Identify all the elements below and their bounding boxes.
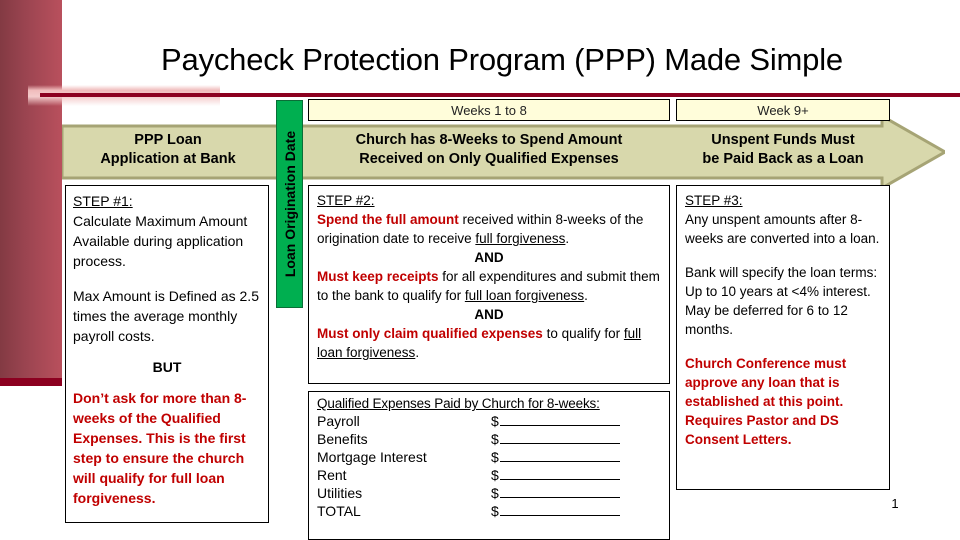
step-2-emphasis-3: Must only claim qualified expenses (317, 326, 543, 341)
expense-amount-field[interactable]: $ (491, 484, 661, 502)
expense-amount-field[interactable]: $ (491, 448, 661, 466)
phase-label-spend-line2: Received on Only Qualified Expenses (359, 151, 619, 167)
step-2-emphasis-1: Spend the full amount (317, 212, 459, 227)
loan-origination-date-marker: Loan Origination Date (276, 100, 303, 308)
phase-label-spend: Church has 8-Weeks to Spend Amount Recei… (308, 131, 670, 169)
expense-amount-blank[interactable] (499, 448, 620, 462)
expenses-row: Benefits $ (317, 430, 661, 448)
timeline-period-week-9-plus: Week 9+ (676, 99, 890, 121)
step-1-paragraph-1: Calculate Maximum Amount Available durin… (73, 213, 248, 269)
expense-name: Utilities (317, 485, 363, 501)
step-2-underline-1: full forgiveness (475, 231, 566, 246)
expense-amount-field[interactable]: $ (491, 412, 661, 430)
expense-amount-field[interactable]: $ (491, 502, 661, 520)
step-2-emphasis-2: Must keep receipts (317, 269, 439, 284)
step-2-heading: STEP #2: (317, 193, 375, 208)
step-1-paragraph-2: Max Amount is Defined as 2.5 times the a… (73, 288, 259, 344)
expense-amount-blank[interactable] (499, 484, 620, 498)
step-1-heading: STEP #1: (73, 193, 133, 209)
expenses-row: Payroll $ (317, 412, 661, 430)
step-1-warning: Don’t ask for more than 8-weeks of the Q… (73, 390, 247, 506)
qualified-expenses-title: Qualified Expenses Paid by Church for 8-… (317, 396, 600, 411)
expense-name: Benefits (317, 431, 368, 447)
title-rule (40, 93, 960, 97)
step-3-body: STEP #3: Any unspent amounts after 8-wee… (685, 191, 881, 449)
qualified-expenses-panel: Qualified Expenses Paid by Church for 8-… (308, 391, 670, 540)
expense-name: TOTAL (317, 503, 361, 519)
step-3-paragraph-2: Bank will specify the loan terms: Up to … (685, 265, 878, 337)
page-title: Paycheck Protection Program (PPP) Made S… (161, 42, 843, 77)
step-2-body: STEP #2: Spend the full amount received … (317, 191, 661, 362)
left-accent-bar-foot (0, 378, 62, 386)
currency-symbol: $ (491, 485, 499, 501)
phase-label-application: PPP Loan Application at Bank (66, 131, 270, 169)
step-3-warning: Church Conference must approve any loan … (685, 356, 847, 447)
loan-origination-date-label: Loan Origination Date (281, 130, 298, 278)
step-1-panel: STEP #1: Calculate Maximum Amount Availa… (65, 185, 269, 523)
currency-symbol: $ (491, 503, 499, 519)
step-3-heading: STEP #3: (685, 193, 743, 208)
phase-label-spend-line1: Church has 8-Weeks to Spend Amount (355, 132, 623, 148)
step-2-text-1b: . (565, 231, 570, 246)
phase-label-repay-line1: Unspent Funds Must (711, 132, 855, 148)
step-3-panel: STEP #3: Any unspent amounts after 8-wee… (676, 185, 890, 490)
expense-amount-field[interactable]: $ (491, 430, 661, 448)
step-2-and-2: AND (474, 307, 504, 322)
left-accent-bar (0, 0, 62, 378)
currency-symbol: $ (491, 431, 499, 447)
currency-symbol: $ (491, 413, 499, 429)
step-2-text-3a: to qualify for (542, 326, 624, 341)
expense-name: Mortgage Interest (317, 449, 427, 465)
step-1-but-label: BUT (152, 359, 182, 375)
phase-label-repay-line2: be Paid Back as a Loan (702, 151, 864, 167)
step-2-text-3b: . (415, 345, 420, 360)
step-2-underline-2: full loan forgiveness (464, 288, 585, 303)
page-number: 1 (891, 496, 899, 511)
qualified-expenses-table: Payroll $ Benefits $ Mortgage Interest $ Rent $… (317, 412, 661, 520)
step-2-and-1: AND (474, 250, 504, 265)
expense-name: Rent (317, 467, 347, 483)
phase-label-application-line1: PPP Loan (134, 132, 202, 148)
expenses-total-row: TOTAL $ (317, 502, 661, 520)
step-2-text-2b: . (584, 288, 588, 303)
currency-symbol: $ (491, 449, 499, 465)
expense-amount-field[interactable]: $ (491, 466, 661, 484)
currency-symbol: $ (491, 467, 499, 483)
step-1-body: STEP #1: Calculate Maximum Amount Availa… (73, 191, 261, 508)
expenses-row: Mortgage Interest $ (317, 448, 661, 466)
step-3-paragraph-1: Any unspent amounts after 8-weeks are co… (685, 212, 880, 246)
expense-amount-blank[interactable] (499, 466, 620, 480)
expenses-row: Rent $ (317, 466, 661, 484)
timeline-period-weeks-1-8: Weeks 1 to 8 (308, 99, 670, 121)
expenses-row: Utilities $ (317, 484, 661, 502)
expense-amount-blank[interactable] (499, 412, 620, 426)
phase-label-repay: Unspent Funds Must be Paid Back as a Loa… (676, 131, 890, 169)
expense-name: Payroll (317, 413, 360, 429)
step-2-panel: STEP #2: Spend the full amount received … (308, 185, 670, 384)
expense-amount-blank[interactable] (499, 430, 620, 444)
expense-amount-blank[interactable] (499, 502, 620, 516)
phase-label-application-line2: Application at Bank (100, 151, 236, 167)
